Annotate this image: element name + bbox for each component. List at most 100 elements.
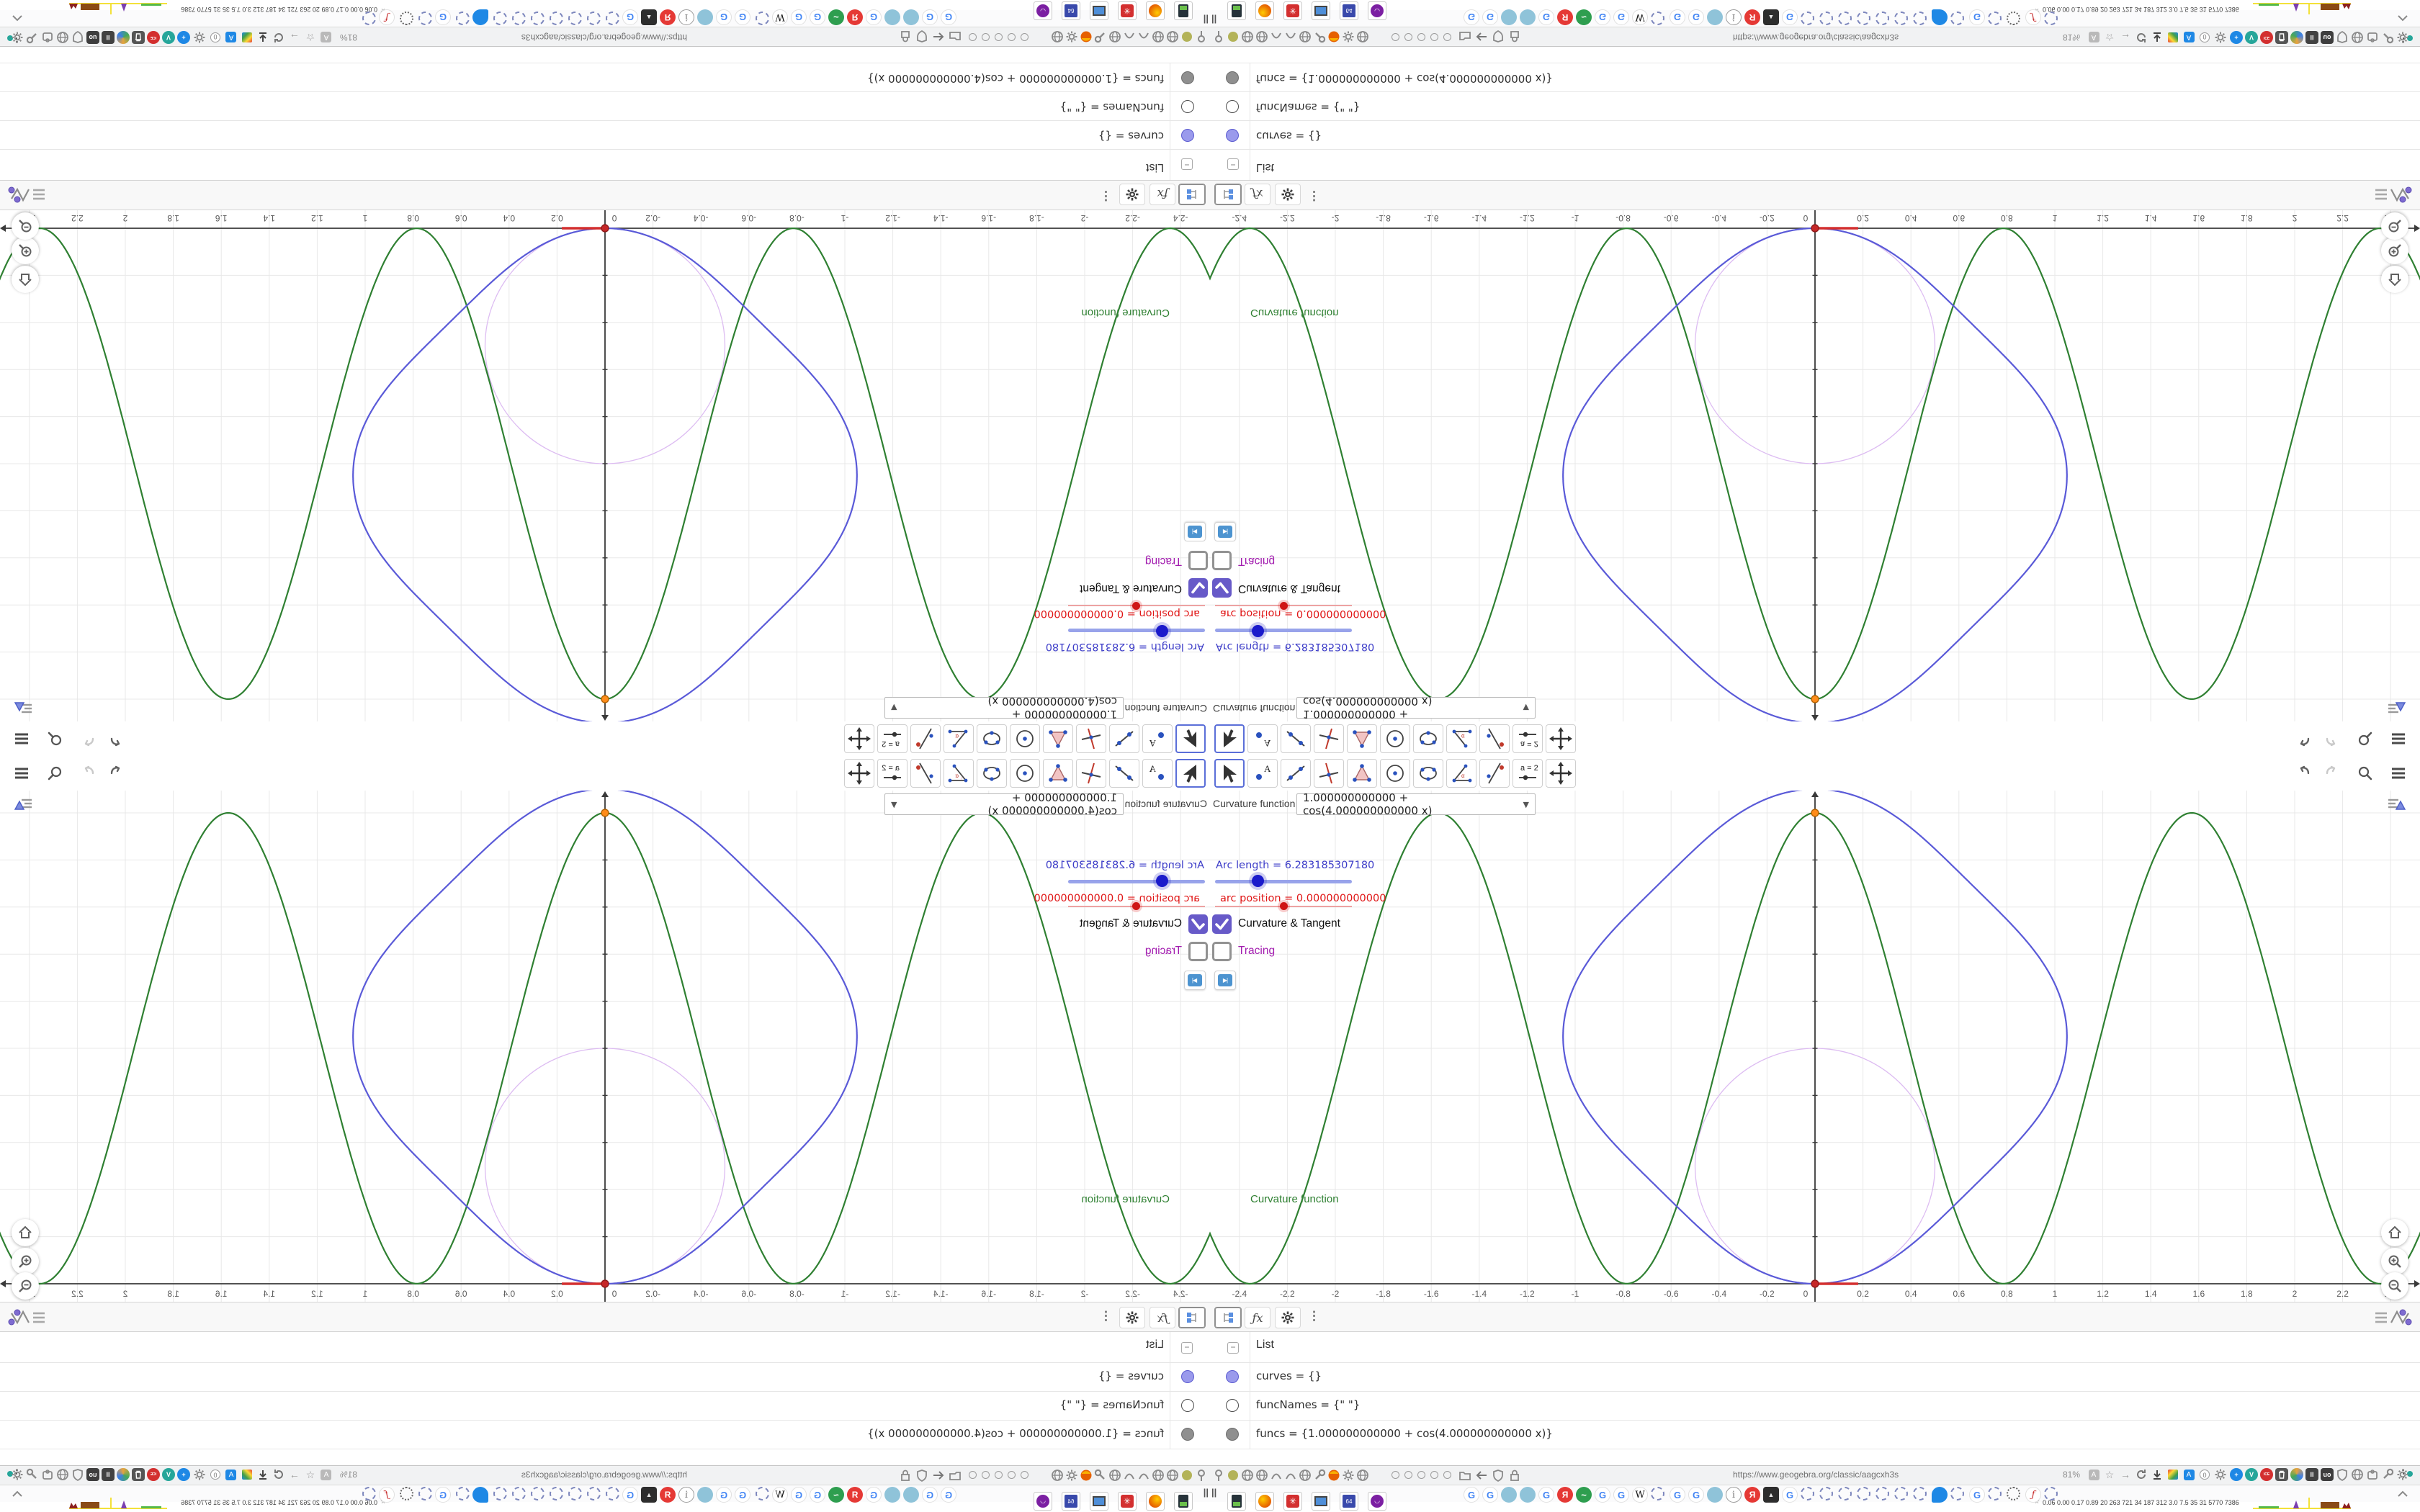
shield-teal-extension-icon[interactable]: V	[162, 31, 175, 44]
conic-through-points-tool-button[interactable]	[977, 759, 1007, 788]
undo-button[interactable]	[2292, 727, 2315, 750]
tab-favicon-flower[interactable]	[1838, 1487, 1852, 1500]
algebra-row-expression[interactable]: funcs = {1.000000000000 + cos(4.00000000…	[1256, 72, 1553, 85]
tab-favicon-mount[interactable]: ▲	[641, 1487, 657, 1503]
collapse-list-button[interactable]: −	[1227, 158, 1239, 170]
visibility-toggle-tg-blue[interactable]	[1181, 129, 1194, 142]
algebra-row-expression[interactable]: funcs = {1.000000000000 + cos(4.00000000…	[867, 72, 1164, 85]
tab-dot[interactable]	[1430, 1471, 1438, 1479]
menu-icon[interactable]	[2387, 762, 2410, 785]
conic-through-points-tool-button[interactable]	[1413, 724, 1443, 753]
function-selector-dropdown[interactable]: 1.000000000000 + cos(4.000000000000 x) ▼	[884, 695, 1124, 721]
tab-favicon-G[interactable]: G	[435, 1487, 451, 1503]
tab-favicon-flower[interactable]	[1801, 1487, 1814, 1500]
tab-dot[interactable]	[1443, 33, 1451, 41]
visibility-toggle-tg-blue[interactable]	[1226, 1370, 1239, 1383]
slider-tool-button[interactable]: a = 2	[1512, 759, 1543, 788]
wrench-icon[interactable]	[1312, 1468, 1327, 1482]
tab-favicon-G[interactable]: G	[941, 9, 956, 25]
algebra-row-expression[interactable]: funcNames = {" "}	[1256, 101, 1360, 114]
conic-through-points-tool-button[interactable]	[977, 724, 1007, 753]
globe-icon[interactable]	[1165, 30, 1180, 44]
curvature-tangent-checkbox[interactable]	[1188, 914, 1208, 934]
refresh-icon[interactable]	[2135, 1468, 2148, 1481]
visibility-toggle-tg-empty[interactable]	[1226, 1399, 1239, 1412]
algebra-row-expression[interactable]: funcs = {1.000000000000 + cos(4.00000000…	[867, 1427, 1164, 1440]
forward-icon[interactable]: →	[288, 1468, 301, 1481]
translate-blue-icon[interactable]: A	[2182, 31, 2195, 44]
dot-olive-icon[interactable]	[1226, 1468, 1240, 1482]
move-graphics-view-tool-button[interactable]	[1546, 724, 1576, 753]
firefox-launcher-icon[interactable]	[1146, 1, 1165, 20]
tab-favicon-ya[interactable]: Я	[1557, 1487, 1573, 1503]
more-options-kebab-icon[interactable]: ⋮	[1100, 1309, 1112, 1323]
gear-icon[interactable]	[193, 1468, 206, 1481]
undo-button[interactable]	[105, 762, 128, 785]
trash-dark-extension-icon[interactable]: II	[2305, 1468, 2318, 1481]
tab-favicon-f[interactable]: ƒ	[2025, 1487, 2041, 1503]
list-group-label[interactable]: List	[1146, 161, 1164, 174]
graphics-stylebar-toggle-icon[interactable]	[2387, 796, 2406, 812]
collapse-list-button[interactable]: −	[1227, 1342, 1239, 1354]
tab-dot[interactable]	[1404, 33, 1412, 41]
step-button[interactable]: ▶|	[1184, 522, 1206, 541]
tab-favicon-G[interactable]: G	[622, 1487, 638, 1503]
tab-dot[interactable]	[969, 33, 977, 41]
shield-gray-extension-icon[interactable]	[2336, 31, 2349, 44]
settings-gear-icon[interactable]	[1275, 184, 1301, 205]
point-tool-button[interactable]: A	[1247, 724, 1278, 753]
marker-icon[interactable]	[241, 31, 254, 44]
refresh-icon[interactable]	[272, 1468, 285, 1481]
tab-favicon-flower[interactable]	[512, 1487, 526, 1500]
tab-favicon-teal[interactable]	[697, 9, 713, 25]
chevron-up-icon[interactable]	[2397, 1488, 2408, 1501]
arc-icon[interactable]	[1122, 1468, 1137, 1482]
zoom-out-button[interactable]	[2381, 1272, 2408, 1300]
translate-icon[interactable]: A	[2087, 31, 2100, 44]
firefox-icon[interactable]	[1327, 30, 1341, 44]
tab-favicon-flower[interactable]	[531, 1487, 544, 1500]
tab-favicon-flower[interactable]	[568, 12, 582, 25]
page-zoom-level[interactable]: 81%	[340, 32, 357, 42]
tab-favicon-chat[interactable]	[1932, 9, 1948, 25]
globe-icon[interactable]	[1050, 30, 1065, 44]
puzzle-extension-icon[interactable]	[2366, 1468, 2379, 1481]
download-icon[interactable]	[256, 31, 269, 44]
globe-icon[interactable]	[1255, 30, 1269, 44]
url-text[interactable]: https://www.geogebra.org/classic/aagcxh3…	[1733, 1470, 1899, 1480]
wrench-extension-icon[interactable]	[2381, 31, 2394, 44]
tab-favicon-ya[interactable]: Я	[847, 1487, 863, 1503]
algebra-tree-icon[interactable]	[1178, 1307, 1206, 1328]
more-options-kebab-icon[interactable]: ⋮	[1308, 1309, 1320, 1323]
globe-gray-extension-icon[interactable]	[2351, 31, 2364, 44]
arc-length-slider-handle[interactable]	[1155, 875, 1168, 887]
ice-red-extension-icon[interactable]: ICE	[147, 1468, 160, 1481]
globe-icon[interactable]	[1165, 1468, 1180, 1482]
tab-favicon-chat[interactable]	[1932, 1487, 1948, 1503]
reflect-about-line-tool-button[interactable]	[910, 759, 941, 788]
slider-tool-button[interactable]: a = 2	[877, 759, 908, 788]
tab-favicon-flower[interactable]	[531, 12, 544, 25]
step-button[interactable]: ▶|	[1214, 522, 1236, 541]
visibility-toggle-tg-gray[interactable]	[1181, 1428, 1194, 1441]
algebra-tree-icon[interactable]	[1214, 1307, 1242, 1328]
tab-favicon-G[interactable]: G	[941, 1487, 956, 1503]
battery-launcher-icon[interactable]	[1174, 1492, 1193, 1511]
visibility-toggle-tg-blue[interactable]	[1181, 1370, 1194, 1383]
ice-red-extension-icon[interactable]: ICE	[2260, 1468, 2273, 1481]
tab-favicon-G[interactable]: G	[716, 9, 732, 25]
redo-button[interactable]	[76, 727, 99, 750]
floppy-64-launcher-icon[interactable]: 64	[1062, 1, 1080, 20]
wrench-extension-icon[interactable]	[2381, 1468, 2394, 1481]
tab-favicon-f[interactable]: ƒ	[2025, 9, 2041, 25]
circle-with-center-tool-button[interactable]	[1380, 759, 1410, 788]
list-group-label[interactable]: List	[1146, 1338, 1164, 1351]
graphics-stylebar-toggle-icon[interactable]	[14, 700, 33, 716]
tab-favicon-flower[interactable]	[1988, 12, 2002, 25]
star-icon[interactable]: ☆	[2103, 31, 2116, 44]
tab-favicon-teal[interactable]	[697, 1487, 713, 1503]
tab-favicon-flower[interactable]	[512, 12, 526, 25]
tab-favicon-teal[interactable]	[1707, 1487, 1723, 1503]
tab-dot[interactable]	[1021, 33, 1028, 41]
tab-favicon-mount[interactable]: ▲	[1763, 1487, 1779, 1503]
